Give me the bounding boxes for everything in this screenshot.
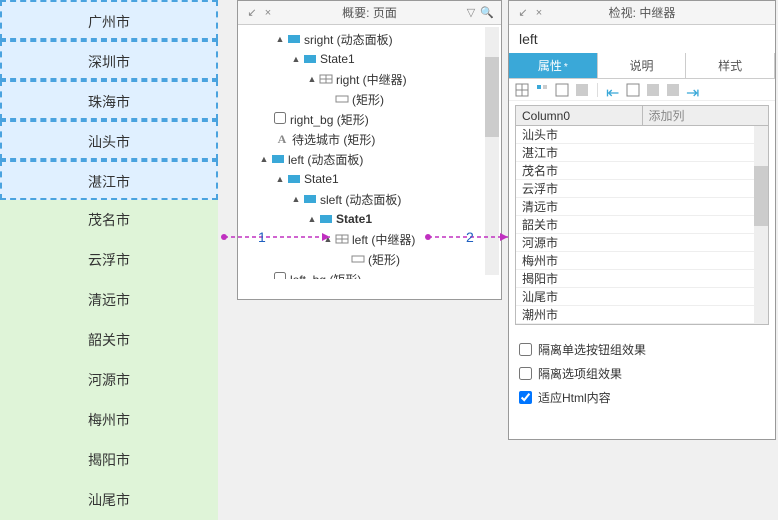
node-checkbox[interactable] [274,112,286,124]
tab-style[interactable]: 样式 [686,53,775,78]
tree-node[interactable]: right_bg (矩形) [238,109,501,129]
move-left-icon[interactable]: ⇤ [606,83,620,97]
city-item[interactable]: 清远市 [0,280,218,320]
table-row[interactable]: 汕尾市 [516,288,768,306]
checkbox-label: 适应Html内容 [538,389,611,406]
grid-icon[interactable] [515,83,529,97]
grid-icon[interactable] [666,83,680,97]
city-item[interactable]: 云浮市 [0,240,218,280]
table-row[interactable]: 湛江市 [516,144,768,162]
city-item[interactable]: 梅州市 [0,400,218,440]
outline-header: ↙ × 概要: 页面 ▽ 🔍 [238,1,501,25]
table-row[interactable]: 汕头市 [516,126,768,144]
table-row[interactable]: 清远市 [516,198,768,216]
add-row-icon[interactable] [535,83,549,97]
city-item[interactable]: 汕尾市 [0,480,218,520]
filter-icon[interactable]: ▽ [463,6,479,19]
city-item-selected[interactable]: 广州市 [0,0,218,40]
repeater-options: 隔离单选按钮组效果 隔离选项组效果 适应Html内容 [509,329,775,417]
close-icon[interactable]: × [260,7,276,19]
inspector-header: ↙ × 检视: 中继器 [509,1,775,25]
city-item[interactable]: 韶关市 [0,320,218,360]
table-row[interactable]: 云浮市 [516,180,768,198]
tree-node[interactable]: (矩形) [238,89,501,109]
checkbox-label: 隔离单选按钮组效果 [538,341,646,358]
city-item-selected[interactable]: 深圳市 [0,40,218,80]
scrollbar-thumb[interactable] [754,166,768,226]
grid-header: Column0 添加列 [516,106,768,126]
scrollbar-thumb[interactable] [485,57,499,137]
tree-node[interactable]: A待选城市 (矩形) [238,129,501,149]
tree-node[interactable]: ▲sleft (动态面板) [238,189,501,209]
inspector-tabs: 属性* 说明 样式 [509,53,775,79]
table-row[interactable]: 潮州市 [516,306,768,324]
table-row[interactable]: 河源市 [516,234,768,252]
isolate-radio-checkbox[interactable] [519,343,532,356]
grid-icon[interactable] [626,83,640,97]
city-item-selected[interactable]: 湛江市 [0,160,218,200]
city-item-selected[interactable]: 汕头市 [0,120,218,160]
city-item-selected[interactable]: 珠海市 [0,80,218,120]
scrollbar[interactable] [485,27,499,275]
repeater-toolbar: ⇤ ⇥ [509,79,775,101]
tab-properties[interactable]: 属性* [509,53,598,78]
tab-notes[interactable]: 说明 [598,53,687,78]
city-item[interactable]: 河源市 [0,360,218,400]
widget-name: left [509,25,775,53]
city-item[interactable]: 茂名市 [0,200,218,240]
move-right-icon[interactable]: ⇥ [686,83,700,97]
tree-node[interactable]: ▲State1 [238,209,501,229]
tree-node[interactable]: ▲sright (动态面板) [238,29,501,49]
outline-title: 概要: 页面 [276,4,463,21]
close-icon[interactable]: × [531,7,547,19]
scrollbar[interactable] [754,126,768,324]
search-icon[interactable]: 🔍 [479,6,495,19]
tree-node[interactable]: ▲right (中继器) [238,69,501,89]
outline-panel: ↙ × 概要: 页面 ▽ 🔍 ▲sright (动态面板) ▲State1 ▲r… [237,0,502,300]
tree-node[interactable]: (矩形) [238,249,501,269]
checkbox-label: 隔离选项组效果 [538,365,622,382]
tree-node[interactable]: ▲left (动态面板) [238,149,501,169]
grid-icon[interactable] [575,83,589,97]
table-row[interactable]: 韶关市 [516,216,768,234]
city-item[interactable]: 揭阳市 [0,440,218,480]
tree-node-selected[interactable]: ▲left (中继器) [238,229,501,249]
tree-node[interactable]: left_bg (矩形) [238,269,501,279]
tree-node[interactable]: ▲State1 [238,169,501,189]
table-row[interactable]: 揭阳市 [516,270,768,288]
table-row[interactable]: 梅州市 [516,252,768,270]
column-header[interactable]: Column0 [516,106,643,125]
node-checkbox[interactable] [274,272,286,279]
inspector-panel: ↙ × 检视: 中继器 left 属性* 说明 样式 ⇤ ⇥ Column0 添… [508,0,776,440]
add-column[interactable]: 添加列 [643,106,769,125]
repeater-dataset: Column0 添加列 汕头市 湛江市 茂名市 云浮市 清远市 韶关市 河源市 … [515,105,769,325]
outline-tree: ▲sright (动态面板) ▲State1 ▲right (中继器) (矩形)… [238,25,501,279]
city-list: 广州市 深圳市 珠海市 汕头市 湛江市 茂名市 云浮市 清远市 韶关市 河源市 … [0,0,218,520]
fit-html-checkbox[interactable] [519,391,532,404]
collapse-icon[interactable]: ↙ [515,6,531,19]
isolate-select-checkbox[interactable] [519,367,532,380]
inspector-title: 检视: 中继器 [547,4,737,21]
grid-icon[interactable] [646,83,660,97]
grid-icon[interactable] [555,83,569,97]
tree-node[interactable]: ▲State1 [238,49,501,69]
table-row[interactable]: 茂名市 [516,162,768,180]
grid-body: 汕头市 湛江市 茂名市 云浮市 清远市 韶关市 河源市 梅州市 揭阳市 汕尾市 … [516,126,768,324]
collapse-icon[interactable]: ↙ [244,6,260,19]
